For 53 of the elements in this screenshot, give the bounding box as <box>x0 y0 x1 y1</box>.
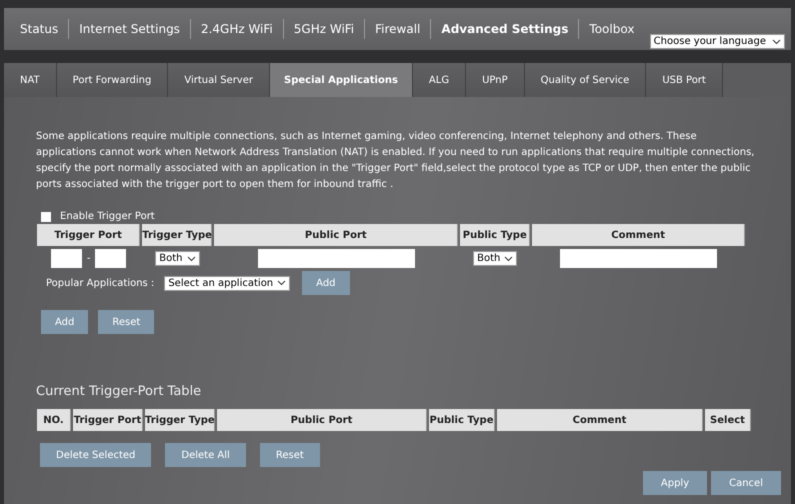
nav-link[interactable]: 2.4GHz WiFi <box>190 19 284 39</box>
chevron-down-icon <box>186 256 196 262</box>
range-separator: - <box>86 253 90 264</box>
column-header: Trigger Type <box>145 409 215 431</box>
footer-button[interactable]: Apply <box>642 471 708 495</box>
tab[interactable]: NAT <box>4 63 57 97</box>
nav-link[interactable]: 5GHz WiFi <box>284 19 366 39</box>
tab[interactable]: Special Applications <box>270 63 413 97</box>
language-select[interactable]: Choose your language <box>650 34 785 49</box>
footer-button[interactable]: Cancel <box>711 471 781 495</box>
column-header: Public Type <box>429 409 495 431</box>
nav-link[interactable]: Status <box>10 19 70 39</box>
trigger-port-end-field[interactable] <box>95 249 126 268</box>
column-header: Comment <box>532 224 745 246</box>
tab[interactable]: Virtual Server <box>168 63 270 97</box>
popular-applications-label: Popular Applications : <box>46 278 154 288</box>
checkbox-label: Enable Trigger Port <box>60 211 155 222</box>
table-button[interactable]: Delete Selected <box>40 443 152 467</box>
chevron-down-icon <box>504 256 514 262</box>
checkbox[interactable] <box>41 212 51 222</box>
table-button[interactable]: Delete All <box>165 443 246 467</box>
column-header: Public Type <box>460 224 530 246</box>
public-port-field[interactable] <box>258 249 415 268</box>
comment-field[interactable] <box>560 249 718 268</box>
form-button[interactable]: Reset <box>98 310 154 334</box>
nav-link[interactable]: Internet Settings <box>69 19 191 39</box>
tab[interactable]: USB Port <box>646 63 723 97</box>
application-select[interactable]: Select an application <box>164 276 290 290</box>
column-header: Public Port <box>217 409 427 431</box>
description-text: Some applications require multiple connections, such as Internet gaming, video conferencing, Internet telephony and others. These applications cannot work when Network Address Translation (NAT) is enabled. If you need to run applications that require multiple connections, specify the port normally associated with an application in the "Trigger Port" field,select the protocol type as TCP or UDP, then enter the public ports associated with the trigger port to open them for inbound traffic . <box>36 130 756 192</box>
column-header: NO. <box>37 409 71 431</box>
nav-link[interactable]: Firewall <box>365 19 432 39</box>
trigger-port-start-field[interactable] <box>50 249 82 268</box>
tab[interactable]: UPnP <box>466 63 525 97</box>
tab[interactable]: Quality of Service <box>524 63 646 97</box>
trigger-type-select[interactable]: Both <box>155 251 200 266</box>
column-header: Trigger Type <box>142 224 212 246</box>
form-button[interactable]: Add <box>41 310 88 334</box>
tab[interactable]: ALG <box>412 63 466 97</box>
column-header: Trigger Port <box>73 409 143 431</box>
nav-link[interactable]: Advanced Settings <box>431 19 580 39</box>
public-type-select[interactable]: Both <box>473 251 518 266</box>
nav-link[interactable]: Toolbox <box>579 19 644 39</box>
chevron-down-icon <box>277 280 286 286</box>
column-header: Public Port <box>214 224 458 246</box>
table-button[interactable]: Reset <box>260 443 320 467</box>
add-application-button[interactable]: Add <box>302 271 350 295</box>
tab[interactable]: Port Forwarding <box>56 63 168 97</box>
column-header: Select <box>705 409 751 431</box>
chevron-down-icon <box>772 38 781 44</box>
column-header: Comment <box>497 409 703 431</box>
column-header: Trigger Port <box>37 224 140 246</box>
section-title: Current Trigger-Port Table <box>36 384 202 399</box>
